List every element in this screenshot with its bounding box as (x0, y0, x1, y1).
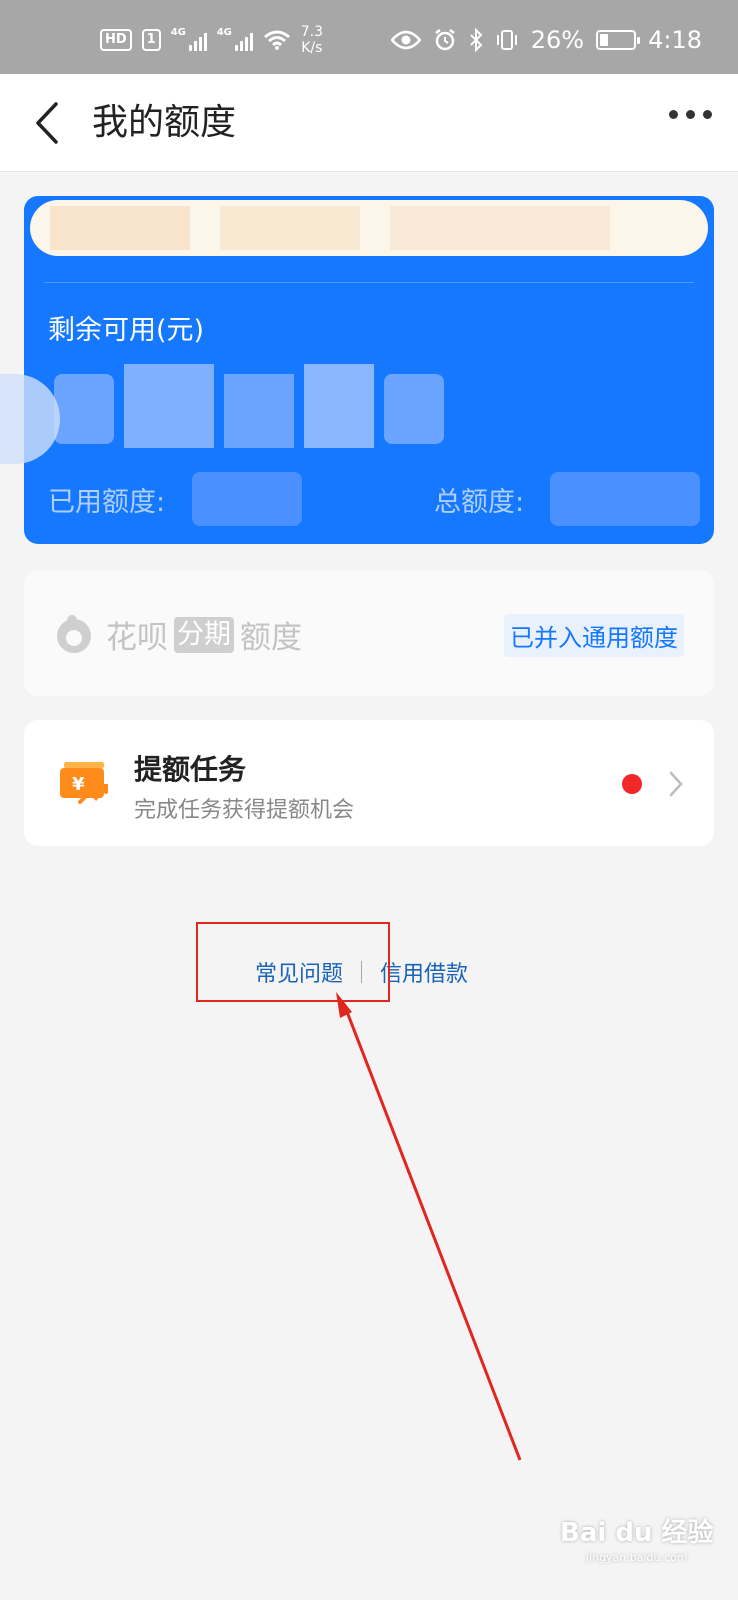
bluetooth-icon (470, 28, 483, 52)
wifi-icon (263, 30, 290, 50)
credit-loan-link[interactable]: 信用借款 (380, 956, 468, 988)
huabei-installment-card: 花呗 分期 额度 已并入通用额度 (24, 570, 714, 696)
vibrate-icon (496, 30, 517, 50)
hd-voice-icon: HD (100, 29, 132, 51)
remaining-amount-redacted (54, 364, 444, 448)
chevron-right-icon (669, 771, 683, 797)
signal-icon-sim1: 4G (171, 27, 207, 51)
used-quota-value-redacted (192, 472, 302, 526)
baidu-jingyan-watermark: Bai du 经验 jingyan.baidu.com (560, 1518, 714, 1564)
nav-bar: 我的额度 (0, 74, 738, 172)
quota-card: 剩余可用(元) 已用额度: 总额度: (24, 196, 714, 544)
quota-task-item[interactable]: ¥ 提额任务 完成任务获得提额机会 (24, 720, 714, 846)
merged-quota-badge: 已并入通用额度 (504, 614, 684, 657)
back-arrow-icon[interactable] (30, 98, 70, 148)
annotation-highlight-box (196, 922, 390, 1002)
signal-icon-sim2: 4G (217, 27, 253, 51)
alarm-icon (435, 29, 455, 51)
wallet-arrow-icon: ¥ (60, 762, 108, 804)
battery-percent: 26% (530, 26, 585, 54)
network-speed: 7.3 K/s (300, 24, 323, 56)
status-right: 26% 4:18 (390, 26, 702, 54)
clock: 4:18 (648, 26, 702, 54)
battery-level (600, 34, 609, 46)
huabei-logo-icon (57, 615, 91, 653)
task-title: 提额任务 (134, 753, 247, 786)
eye-icon (390, 30, 421, 50)
remaining-label: 剩余可用(元) (48, 315, 205, 346)
total-quota-value-redacted (550, 472, 700, 526)
more-options-icon[interactable] (669, 110, 712, 119)
used-quota-label: 已用额度: (48, 487, 166, 518)
svg-text:¥: ¥ (72, 774, 85, 795)
notification-dot (622, 774, 642, 794)
page-title: 我的额度 (92, 102, 237, 143)
card-divider (44, 282, 694, 283)
total-quota-label: 总额度: (434, 487, 525, 518)
battery-icon (596, 30, 641, 50)
status-left: HD 1 4G 4G 7.3 K/s (100, 24, 323, 56)
status-bar: HD 1 4G 4G 7.3 K/s 26% 4:18 (0, 0, 738, 74)
task-subtitle: 完成任务获得提额机会 (134, 798, 355, 823)
sim-icon: 1 (141, 29, 161, 51)
account-banner-redacted (30, 200, 708, 256)
huabei-title: 花呗 分期 额度 (106, 616, 302, 656)
